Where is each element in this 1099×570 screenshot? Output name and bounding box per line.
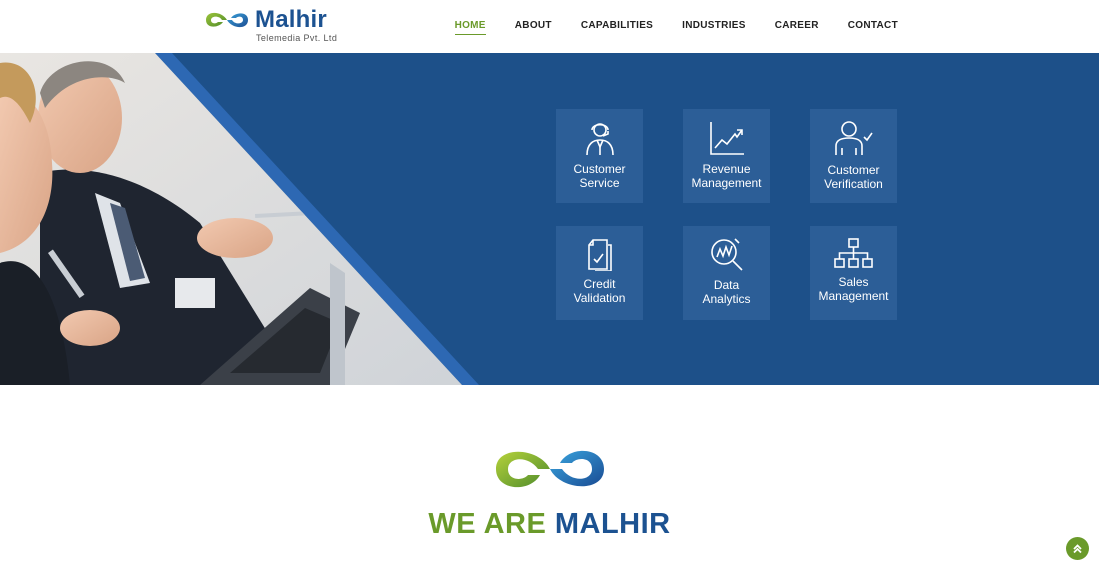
site-header: Malhir Telemedia Pvt. Ltd HOME ABOUT CAP… <box>0 0 1099 53</box>
brand-subtitle: Telemedia Pvt. Ltd <box>256 33 338 43</box>
intro-heading-part2: MALHIR <box>554 508 671 540</box>
scroll-to-top-button[interactable] <box>1066 537 1089 560</box>
service-card-customer-service[interactable]: Customer Service <box>556 109 643 203</box>
brand-logo[interactable]: Malhir Telemedia Pvt. Ltd <box>203 6 337 46</box>
nav-contact[interactable]: CONTACT <box>848 20 898 35</box>
service-label-line1: Sales <box>838 275 869 289</box>
service-label-line1: Customer <box>827 163 880 177</box>
intro-heading-part1: WE ARE <box>428 508 555 540</box>
service-label-line2: Management <box>691 176 762 190</box>
service-label-line1: Data <box>713 278 740 292</box>
infinity-logo-icon <box>206 12 248 28</box>
service-label-line2: Validation <box>573 291 626 305</box>
service-label-line1: Customer <box>573 162 626 176</box>
service-card-data-analytics[interactable]: Data Analytics <box>683 226 770 320</box>
service-card-revenue-management[interactable]: Revenue Management <box>683 109 770 203</box>
infinity-logo-large-icon <box>496 450 604 488</box>
org-chart-icon <box>833 238 873 268</box>
user-check-icon <box>834 121 873 155</box>
service-label-line2: Management <box>818 289 889 303</box>
magnifier-chart-icon <box>710 238 743 271</box>
service-card-customer-verification[interactable]: Customer Verification <box>810 109 897 203</box>
service-card-credit-validation[interactable]: Credit Validation <box>556 226 643 320</box>
service-label-line1: Revenue <box>702 162 751 176</box>
service-label-line2: Analytics <box>702 292 751 306</box>
nav-home[interactable]: HOME <box>454 20 486 35</box>
document-check-icon <box>587 239 612 271</box>
hero-banner: Customer Service Revenue Management Cust… <box>0 53 1099 385</box>
nav-about[interactable]: ABOUT <box>515 20 552 35</box>
nav-career[interactable]: CAREER <box>775 20 819 35</box>
business-meeting-photo <box>0 53 479 385</box>
service-card-sales-management[interactable]: Sales Management <box>810 226 897 320</box>
nav-capabilities[interactable]: CAPABILITIES <box>581 20 653 35</box>
brand-name: Malhir <box>255 6 327 33</box>
service-label-line2: Service <box>579 176 620 190</box>
line-chart-icon <box>709 122 744 155</box>
intro-heading: WE ARE MALHIR <box>0 508 1099 541</box>
main-nav: HOME ABOUT CAPABILITIES INDUSTRIES CAREE… <box>454 20 898 35</box>
headset-agent-icon <box>585 123 614 156</box>
service-label-line2: Verification <box>824 177 883 191</box>
nav-industries[interactable]: INDUSTRIES <box>682 20 746 35</box>
service-label-line1: Credit <box>583 277 616 291</box>
double-chevron-up-icon <box>1073 544 1082 554</box>
